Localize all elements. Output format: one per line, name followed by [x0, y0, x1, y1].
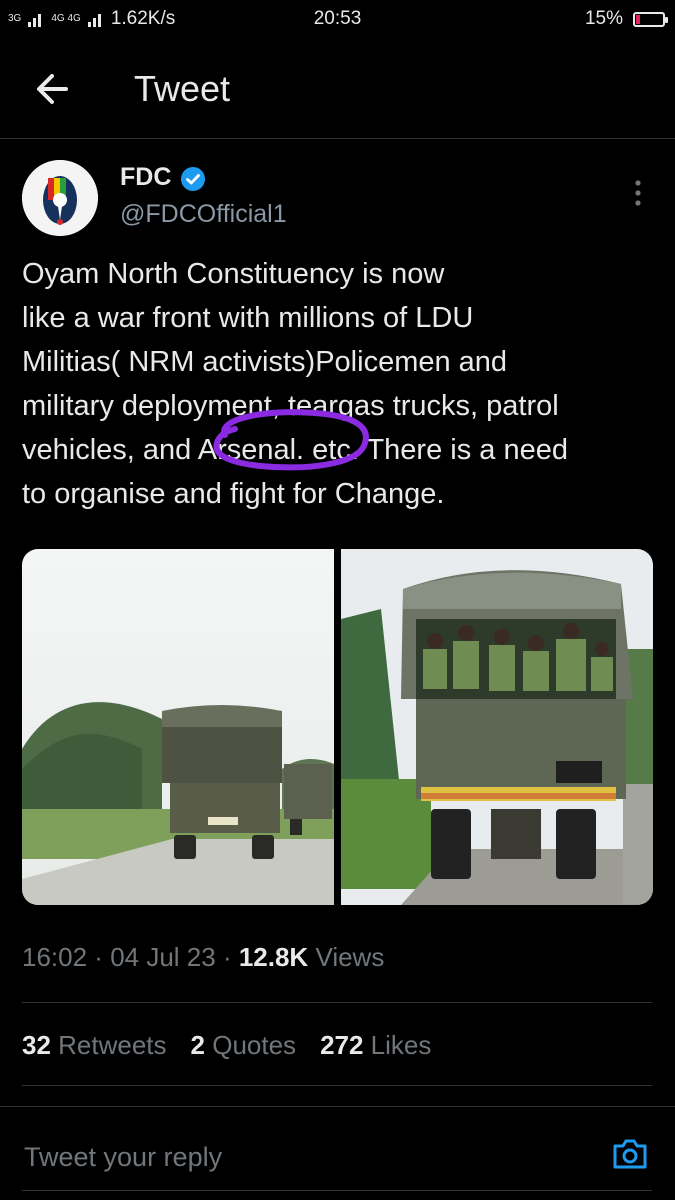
reply-input[interactable] [22, 1130, 586, 1184]
retweets-count: 32 [22, 1030, 51, 1060]
more-vertical-icon [635, 180, 641, 206]
tweet-meta: 16:02 · 04 Jul 23 · 12.8K Views [22, 942, 384, 973]
tweet-stats: 32 Retweets 2 Quotes 272 Likes [22, 1030, 431, 1061]
tweet-text: Oyam North Constituency is now like a wa… [22, 258, 568, 510]
back-button[interactable] [28, 64, 78, 114]
retweets-link[interactable]: 32 Retweets [22, 1030, 167, 1061]
bottom-divider [22, 1190, 652, 1191]
author-handle[interactable]: @FDCOfficial1 [120, 200, 287, 229]
photo-truck-road-icon [22, 549, 334, 905]
meta-separator: · [87, 942, 111, 972]
fdc-logo-icon [22, 160, 98, 236]
camera-button[interactable] [610, 1134, 650, 1174]
battery-percent: 15% [584, 8, 623, 29]
photo-soldiers-truck-icon [341, 549, 653, 905]
avatar[interactable] [22, 160, 98, 236]
app-header: Tweet [0, 50, 675, 130]
battery-icon [633, 11, 668, 27]
likes-link[interactable]: 272 Likes [320, 1030, 431, 1061]
tweet-time: 16:02 [22, 942, 88, 972]
camera-icon [613, 1139, 647, 1169]
verified-badge-icon [181, 167, 205, 191]
divider [22, 1002, 652, 1003]
page-title: Tweet [134, 68, 231, 109]
retweets-label: Retweets [50, 1030, 167, 1060]
more-options-button[interactable] [626, 175, 650, 211]
divider [22, 1085, 652, 1086]
quotes-count: 2 [190, 1030, 205, 1060]
reply-bar-divider [0, 1106, 675, 1107]
arrow-left-icon [37, 74, 68, 104]
status-right: 15% [584, 8, 668, 30]
views-label: Views [308, 942, 385, 972]
quotes-label: Quotes [205, 1030, 297, 1060]
tweet-photo-2[interactable] [341, 549, 653, 905]
battery-level-fill [636, 14, 641, 24]
meta-separator: · [215, 942, 239, 972]
quotes-link[interactable]: 2 Quotes [191, 1030, 297, 1061]
likes-label: Likes [363, 1030, 432, 1060]
likes-count: 272 [320, 1030, 364, 1060]
status-bar: 3G 4G 4G 1.62K/s 20:53 15% [0, 0, 675, 38]
header-divider [0, 138, 675, 139]
status-time: 20:53 [313, 8, 362, 29]
tweet-date: 04 Jul 23 [110, 942, 216, 972]
views-count: 12.8K [238, 942, 309, 972]
tweet-photo-1[interactable] [22, 549, 334, 905]
author-name[interactable]: FDC [120, 163, 171, 192]
tweet-detail-screen: 3G 4G 4G 1.62K/s 20:53 15% Tweet FDC @FD… [0, 0, 675, 1200]
